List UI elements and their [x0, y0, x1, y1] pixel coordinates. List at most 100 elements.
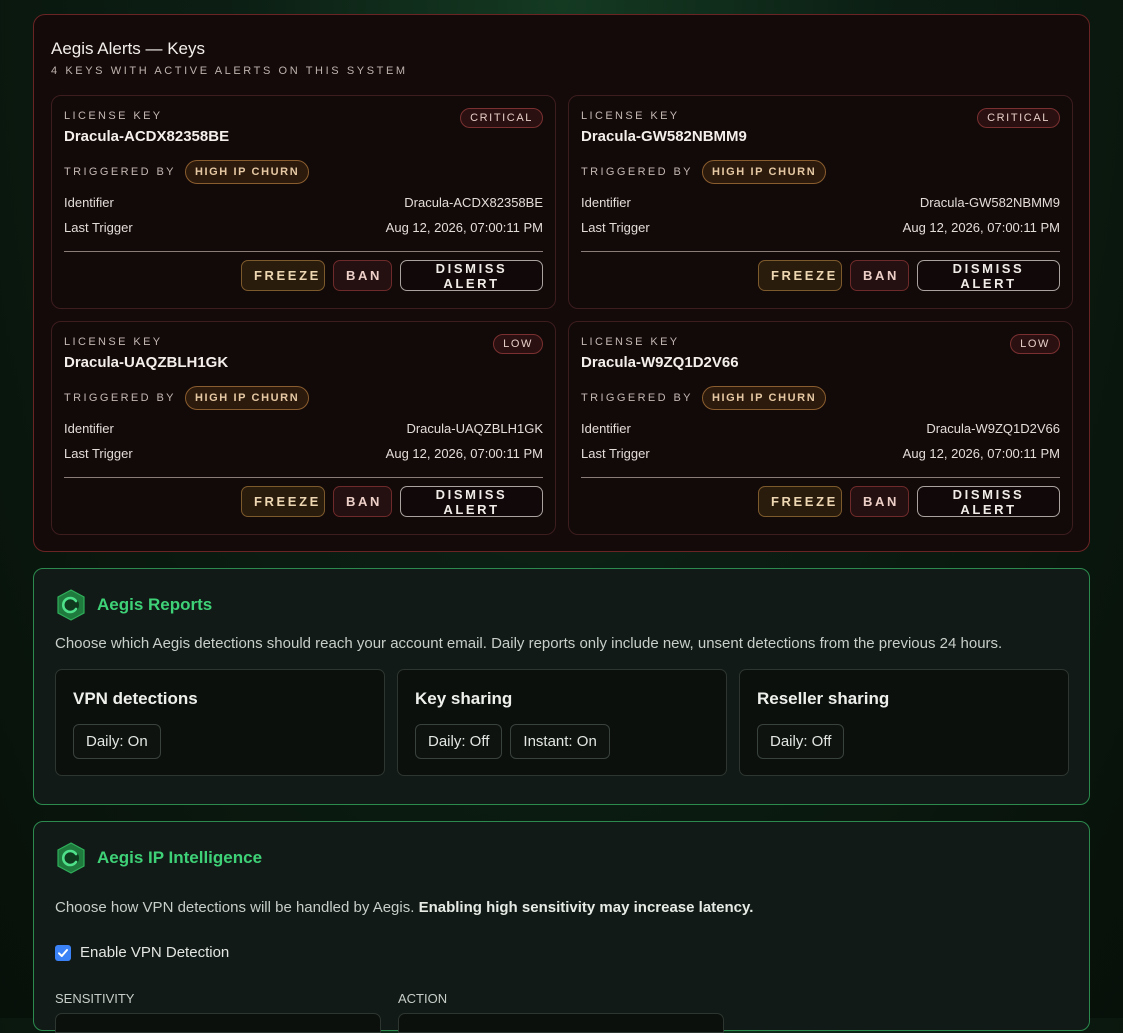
dismiss-alert-button[interactable]: DISMISS ALERT [400, 260, 543, 291]
card-actions: FREEZE BAN DISMISS ALERT [64, 486, 543, 517]
report-toggles: Daily: Off Instant: On [415, 724, 709, 759]
last-trigger-value: Aug 12, 2026, 07:00:11 PM [385, 446, 543, 461]
card-actions: FREEZE BAN DISMISS ALERT [581, 486, 1060, 517]
last-trigger-value: Aug 12, 2026, 07:00:11 PM [902, 446, 1060, 461]
card-actions: FREEZE BAN DISMISS ALERT [64, 260, 543, 291]
report-card-title: Reseller sharing [757, 689, 890, 708]
reports-title: Aegis Reports [97, 595, 213, 614]
alert-card: LICENSE KEY Dracula-UAQZBLH1GK LOW TRIGG… [51, 321, 556, 535]
intel-description-text: Choose how VPN detections will be handle… [55, 899, 415, 916]
dismiss-alert-button[interactable]: DISMISS ALERT [917, 260, 1060, 291]
ip-intelligence-panel: Aegis IP Intelligence Choose how VPN det… [33, 821, 1090, 1033]
severity-badge: CRITICAL [460, 108, 543, 128]
ban-button[interactable]: BAN [850, 260, 909, 291]
severity-badge: LOW [493, 334, 543, 354]
identifier-label: Identifier [64, 421, 114, 436]
license-key-label: LICENSE KEY [64, 336, 163, 348]
shield-icon [57, 589, 85, 621]
freeze-button[interactable]: FREEZE [241, 260, 325, 291]
alerts-title: Aegis Alerts — Keys [51, 39, 206, 58]
identifier-value: Dracula-GW582NBMM9 [919, 195, 1060, 210]
license-key-value: Dracula-UAQZBLH1GK [64, 354, 229, 371]
ban-button[interactable]: BAN [333, 486, 392, 517]
alert-card: LICENSE KEY Dracula-W9ZQ1D2V66 LOW TRIGG… [568, 321, 1073, 535]
severity-badge: CRITICAL [977, 108, 1060, 128]
intel-fields [55, 1013, 1068, 1033]
trigger-chip: HIGH IP CHURN [184, 386, 310, 410]
instant-toggle[interactable]: Instant: On [510, 724, 610, 759]
license-key-value: Dracula-W9ZQ1D2V66 [581, 354, 739, 371]
alerts-panel: Aegis Alerts — Keys 4 KEYS WITH ACTIVE A… [33, 14, 1090, 552]
divider [581, 477, 1060, 478]
daily-toggle[interactable]: Daily: On [73, 724, 161, 759]
report-card-title: Key sharing [415, 689, 513, 708]
dismiss-alert-button[interactable]: DISMISS ALERT [917, 486, 1060, 517]
daily-toggle[interactable]: Daily: Off [415, 724, 503, 759]
license-key-value: Dracula-GW582NBMM9 [581, 128, 747, 145]
trigger-chip: HIGH IP CHURN [701, 160, 827, 184]
freeze-button[interactable]: FREEZE [758, 486, 842, 517]
last-trigger-value: Aug 12, 2026, 07:00:11 PM [902, 220, 1060, 235]
identifier-row: Identifier Dracula-GW582NBMM9 [581, 195, 1060, 210]
intel-description: Choose how VPN detections will be handle… [55, 899, 1068, 916]
shield-icon [57, 842, 85, 874]
triggered-by-row: TRIGGERED BY HIGH IP CHURN [581, 160, 1060, 184]
alert-card: LICENSE KEY Dracula-ACDX82358BE CRITICAL… [51, 95, 556, 309]
identifier-row: Identifier Dracula-UAQZBLH1GK [64, 421, 543, 436]
page: Aegis Alerts — Keys 4 KEYS WITH ACTIVE A… [33, 14, 1090, 1033]
last-trigger-label: Last Trigger [581, 220, 650, 235]
action-select[interactable] [398, 1013, 724, 1033]
identifier-label: Identifier [581, 195, 631, 210]
last-trigger-row: Last Trigger Aug 12, 2026, 07:00:11 PM [64, 220, 543, 235]
trigger-chip: HIGH IP CHURN [701, 386, 827, 410]
triggered-by-row: TRIGGERED BY HIGH IP CHURN [581, 386, 1060, 410]
divider [64, 477, 543, 478]
reports-header: Aegis Reports [55, 589, 1068, 621]
report-toggles: Daily: On [73, 724, 367, 759]
report-toggles: Daily: Off [757, 724, 1051, 759]
triggered-by-label: TRIGGERED BY [64, 166, 176, 178]
freeze-button[interactable]: FREEZE [241, 486, 325, 517]
last-trigger-row: Last Trigger Aug 12, 2026, 07:00:11 PM [581, 220, 1060, 235]
dismiss-alert-button[interactable]: DISMISS ALERT [400, 486, 543, 517]
ban-button[interactable]: BAN [850, 486, 909, 517]
triggered-by-row: TRIGGERED BY HIGH IP CHURN [64, 386, 543, 410]
freeze-button[interactable]: FREEZE [758, 260, 842, 291]
card-actions: FREEZE BAN DISMISS ALERT [581, 260, 1060, 291]
enable-vpn-row[interactable]: Enable VPN Detection [55, 944, 1068, 961]
divider [581, 251, 1060, 252]
alert-card: LICENSE KEY Dracula-GW582NBMM9 CRITICAL … [568, 95, 1073, 309]
triggered-by-label: TRIGGERED BY [581, 166, 693, 178]
enable-vpn-checkbox[interactable] [55, 944, 71, 961]
trigger-chip: HIGH IP CHURN [184, 160, 310, 184]
last-trigger-row: Last Trigger Aug 12, 2026, 07:00:11 PM [64, 446, 543, 461]
intel-title: Aegis IP Intelligence [97, 848, 263, 867]
identifier-row: Identifier Dracula-ACDX82358BE [64, 195, 543, 210]
last-trigger-label: Last Trigger [581, 446, 650, 461]
identifier-value: Dracula-UAQZBLH1GK [406, 421, 543, 436]
triggered-by-label: TRIGGERED BY [64, 392, 176, 404]
last-trigger-label: Last Trigger [64, 220, 133, 235]
identifier-row: Identifier Dracula-W9ZQ1D2V66 [581, 421, 1060, 436]
last-trigger-label: Last Trigger [64, 446, 133, 461]
license-key-value: Dracula-ACDX82358BE [64, 128, 230, 145]
report-card-key-sharing: Key sharing Daily: Off Instant: On [397, 669, 727, 776]
severity-badge: LOW [1010, 334, 1060, 354]
enable-vpn-label: Enable VPN Detection [80, 944, 230, 961]
intel-header: Aegis IP Intelligence [55, 842, 1068, 874]
intel-field-labels: SENSITIVITY ACTION [55, 991, 1068, 1006]
alerts-subtitle: 4 KEYS WITH ACTIVE ALERTS ON THIS SYSTEM [51, 65, 408, 77]
license-key-label: LICENSE KEY [581, 336, 680, 348]
action-label: ACTION [398, 991, 448, 1006]
intel-description-warning: Enabling high sensitivity may increase l… [418, 899, 754, 916]
identifier-label: Identifier [581, 421, 631, 436]
triggered-by-row: TRIGGERED BY HIGH IP CHURN [64, 160, 543, 184]
report-cards: VPN detections Daily: On Key sharing Dai… [55, 669, 1069, 776]
last-trigger-row: Last Trigger Aug 12, 2026, 07:00:11 PM [581, 446, 1060, 461]
report-card-reseller-sharing: Reseller sharing Daily: Off [739, 669, 1069, 776]
sensitivity-select[interactable] [55, 1013, 381, 1033]
ban-button[interactable]: BAN [333, 260, 392, 291]
identifier-value: Dracula-W9ZQ1D2V66 [926, 421, 1060, 436]
daily-toggle[interactable]: Daily: Off [757, 724, 845, 759]
last-trigger-value: Aug 12, 2026, 07:00:11 PM [385, 220, 543, 235]
